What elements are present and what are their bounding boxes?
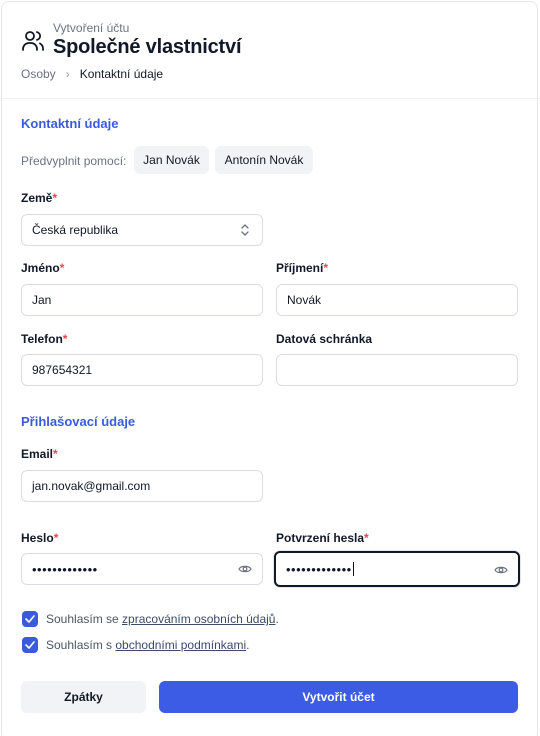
- prefill-chip-jan-novak[interactable]: Jan Novák: [134, 146, 209, 174]
- create-account-button[interactable]: Vytvořit účet: [159, 681, 518, 713]
- terms-consent-row: Souhlasím s obchodními podmínkami.: [22, 637, 249, 653]
- first-name-input[interactable]: Jan: [21, 284, 263, 316]
- prefill-label: Předvyplnit pomocí:: [21, 154, 127, 168]
- required-mark: *: [52, 191, 58, 205]
- data-box-label: Datová schránka: [276, 332, 373, 346]
- users-icon: [21, 29, 45, 53]
- password-value: •••••••••••••: [32, 561, 98, 577]
- gdpr-consent-row: Souhlasím se zpracováním osobních údajů.: [22, 611, 279, 627]
- phone-input[interactable]: 987654321: [21, 354, 263, 386]
- page-title: Společné vlastnictví: [53, 36, 242, 58]
- last-name-input[interactable]: Novák: [276, 284, 518, 316]
- chevron-right-icon: ›: [65, 67, 70, 81]
- checkmark-icon: [25, 615, 35, 623]
- password-label: Heslo*: [21, 531, 59, 545]
- last-name-label: Příjmení*: [276, 261, 329, 275]
- required-mark: *: [59, 261, 65, 275]
- country-label: Země*: [21, 191, 58, 205]
- terms-consent-label: Souhlasím s obchodními podmínkami.: [46, 638, 250, 652]
- header-divider: [0, 98, 540, 99]
- section-title-contact: Kontaktní údaje: [21, 116, 119, 131]
- terms-link[interactable]: obchodními podmínkami: [115, 638, 246, 652]
- country-select[interactable]: Česká republika: [21, 214, 263, 246]
- first-name-value: Jan: [32, 293, 52, 307]
- email-value: jan.novak@gmail.com: [32, 479, 151, 493]
- checkmark-icon: [25, 641, 35, 649]
- required-mark: *: [62, 332, 68, 346]
- password-input[interactable]: •••••••••••••: [21, 553, 263, 585]
- data-box-input[interactable]: [276, 354, 518, 386]
- terms-checkbox[interactable]: [22, 637, 38, 653]
- gdpr-checkbox[interactable]: [22, 611, 38, 627]
- required-mark: *: [53, 531, 59, 545]
- chevron-up-down-icon: [241, 224, 249, 236]
- required-mark: *: [364, 531, 369, 545]
- phone-value: 987654321: [32, 363, 93, 377]
- eye-icon[interactable]: [494, 565, 508, 575]
- gdpr-consent-label: Souhlasím se zpracováním osobních údajů.: [46, 612, 279, 626]
- last-name-value: Novák: [287, 293, 322, 307]
- required-mark: *: [53, 447, 58, 461]
- eye-icon[interactable]: [238, 564, 252, 574]
- password-confirm-label: Potvrzení hesla*: [276, 531, 369, 545]
- prefill-chip-antonin-novak[interactable]: Antonín Novák: [215, 146, 313, 174]
- phone-label: Telefon*: [21, 332, 68, 346]
- breadcrumb-link-persons[interactable]: Osoby: [21, 67, 56, 81]
- breadcrumb-current: Kontaktní údaje: [79, 67, 164, 81]
- text-caret: [352, 562, 354, 576]
- back-button[interactable]: Zpátky: [21, 681, 146, 713]
- password-confirm-input[interactable]: •••••••••••••: [274, 551, 520, 587]
- breadcrumb: Osoby › Kontaktní údaje: [21, 67, 163, 81]
- email-label: Email*: [21, 447, 58, 461]
- first-name-label: Jméno*: [21, 261, 65, 275]
- email-input[interactable]: jan.novak@gmail.com: [21, 470, 263, 502]
- country-select-value: Česká republika: [32, 223, 119, 237]
- page-subtitle: Vytvoření účtu: [53, 21, 130, 35]
- password-confirm-value: •••••••••••••: [286, 561, 352, 577]
- required-mark: *: [323, 261, 329, 275]
- section-title-login: Přihlašovací údaje: [21, 414, 136, 429]
- gdpr-link[interactable]: zpracováním osobních údajů: [122, 612, 275, 626]
